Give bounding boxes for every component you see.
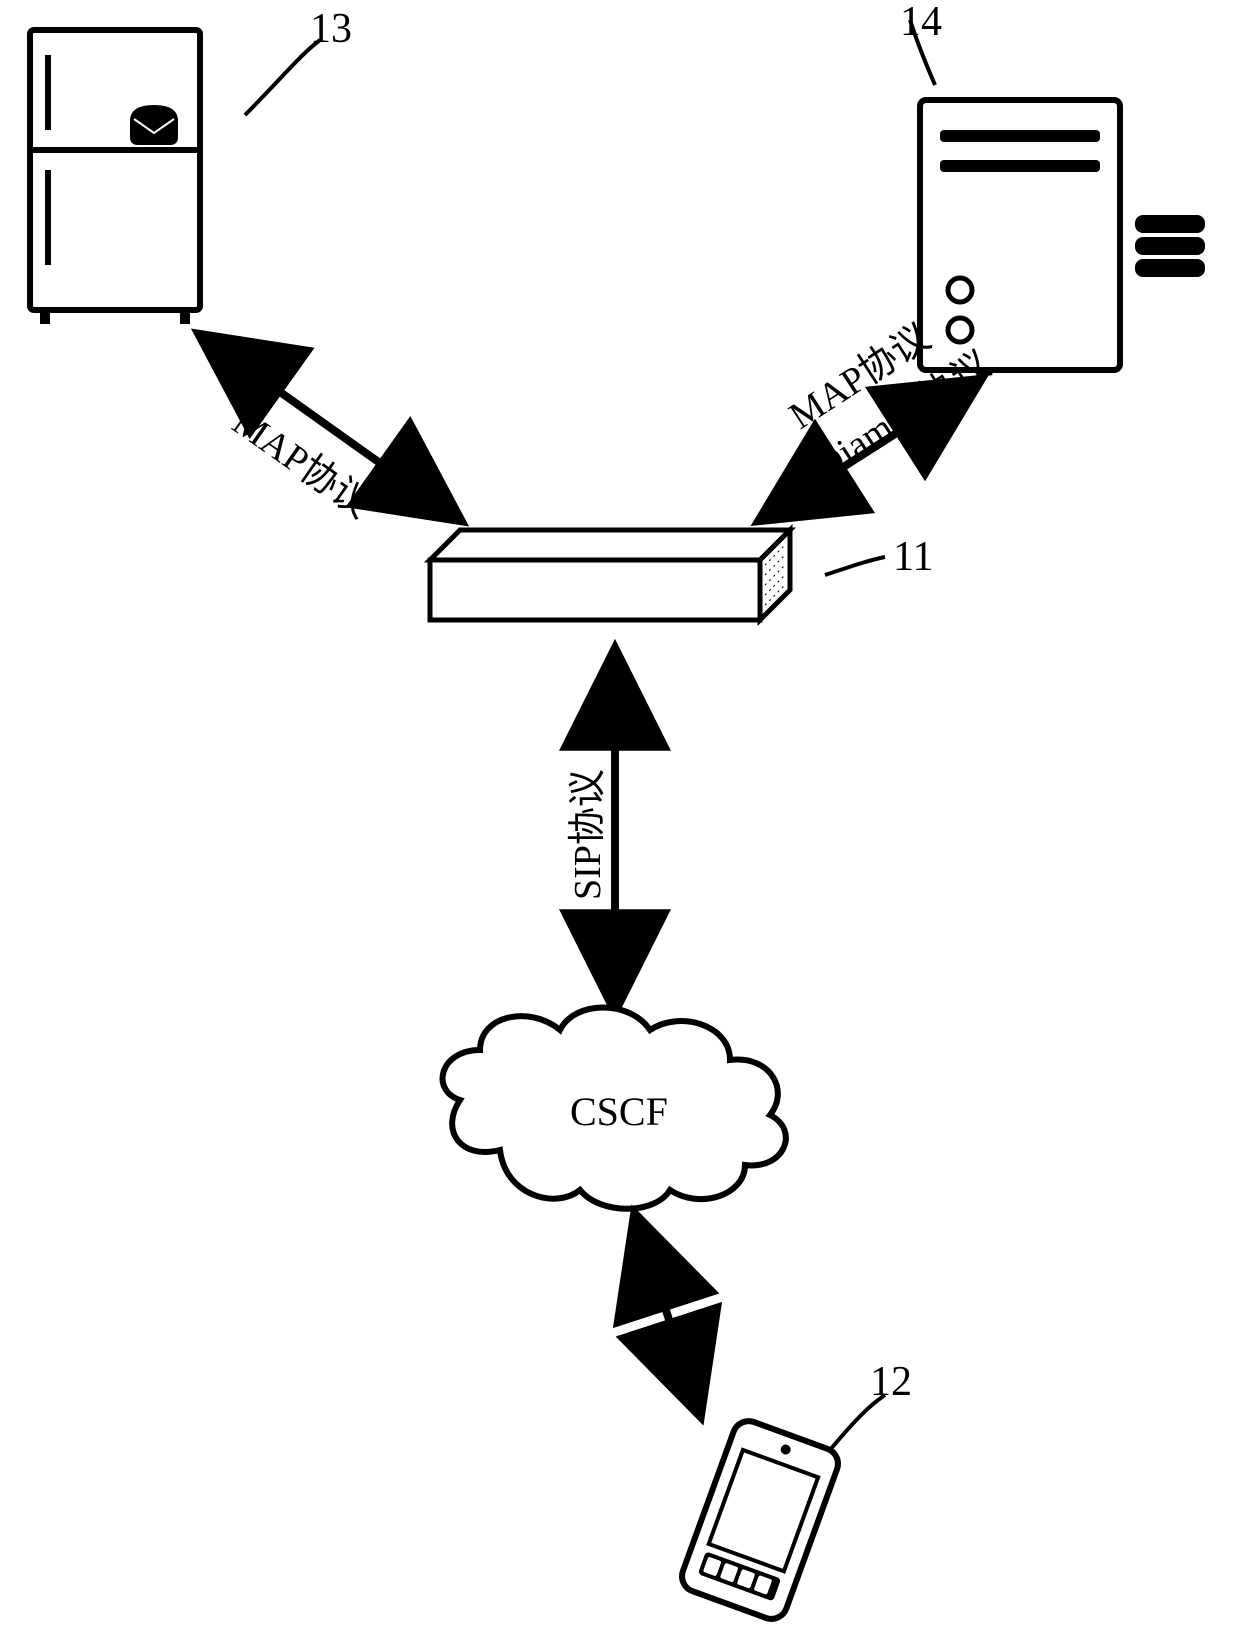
phone-icon [678, 1417, 843, 1624]
ref-label-14: 14 [900, 0, 942, 45]
ref-label-13: 13 [310, 6, 352, 52]
link-label-box-cloud: SIP协议 [567, 769, 609, 900]
ref-label-11: 11 [893, 534, 933, 580]
ref-label-12: 12 [870, 1359, 912, 1405]
fridge-icon [30, 30, 200, 324]
central-box-icon [430, 530, 790, 620]
server-icon [920, 100, 1120, 370]
link-label-fridge-box: MAP协议 [225, 401, 379, 526]
disk-stack-icon [1135, 215, 1205, 277]
callout-13 [245, 40, 320, 115]
callout-11 [825, 557, 885, 575]
cloud-label: CSCF [570, 1089, 668, 1134]
link-cloud-phone [635, 1215, 700, 1415]
